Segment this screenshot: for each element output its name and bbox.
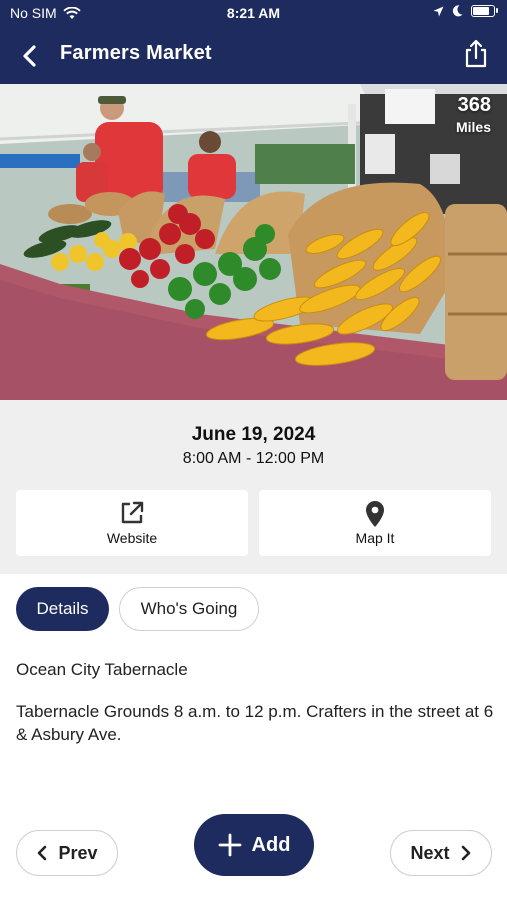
chevron-left-icon bbox=[38, 845, 47, 861]
map-it-button[interactable]: Map It bbox=[259, 490, 491, 556]
share-button[interactable] bbox=[463, 38, 489, 70]
tab-whos-going[interactable]: Who's Going bbox=[119, 587, 259, 631]
nav-bar: Farmers Market bbox=[0, 28, 507, 84]
moon-icon bbox=[452, 5, 463, 17]
event-hours: 8:00 AM - 12:00 PM bbox=[182, 450, 325, 467]
map-it-label: Map It bbox=[355, 530, 395, 546]
event-info-panel: June 19, 2024 8:00 AM - 12:00 PM Website… bbox=[0, 400, 507, 574]
next-label: Next bbox=[410, 842, 450, 863]
event-photo: 368 Miles bbox=[0, 84, 507, 400]
website-label: Website bbox=[106, 530, 158, 546]
plus-icon bbox=[218, 833, 241, 857]
battery-icon bbox=[471, 5, 498, 17]
event-date: June 19, 2024 bbox=[191, 424, 316, 445]
share-icon bbox=[465, 39, 487, 68]
venue-name: Ocean City Tabernacle bbox=[16, 660, 188, 679]
distance-unit: Miles bbox=[455, 119, 491, 135]
market-produce-image bbox=[0, 84, 507, 400]
status-right-icons bbox=[433, 5, 498, 17]
distance-value: 368 bbox=[457, 94, 491, 116]
distance-badge: 368 Miles bbox=[456, 94, 491, 135]
external-link-icon bbox=[121, 501, 144, 524]
add-button[interactable]: Add bbox=[194, 814, 314, 876]
website-button[interactable]: Website bbox=[16, 490, 248, 556]
back-button[interactable] bbox=[18, 40, 46, 72]
status-time: 8:21 AM bbox=[226, 5, 281, 21]
prev-label: Prev bbox=[58, 842, 98, 863]
tab-details[interactable]: Details bbox=[16, 587, 109, 631]
battery-level bbox=[473, 7, 490, 15]
chevron-right-icon bbox=[461, 845, 470, 861]
map-pin-icon bbox=[366, 501, 384, 527]
prev-button[interactable]: Prev bbox=[16, 830, 118, 876]
add-label: Add bbox=[251, 833, 291, 856]
event-description: Tabernacle Grounds 8 a.m. to 12 p.m. Cra… bbox=[16, 702, 494, 744]
page-title: Farmers Market bbox=[60, 42, 212, 64]
chevron-left-icon bbox=[23, 45, 36, 67]
status-bar: No SIM 8:21 AM bbox=[0, 0, 507, 28]
next-button[interactable]: Next bbox=[390, 830, 492, 876]
location-arrow-icon bbox=[433, 6, 444, 16]
